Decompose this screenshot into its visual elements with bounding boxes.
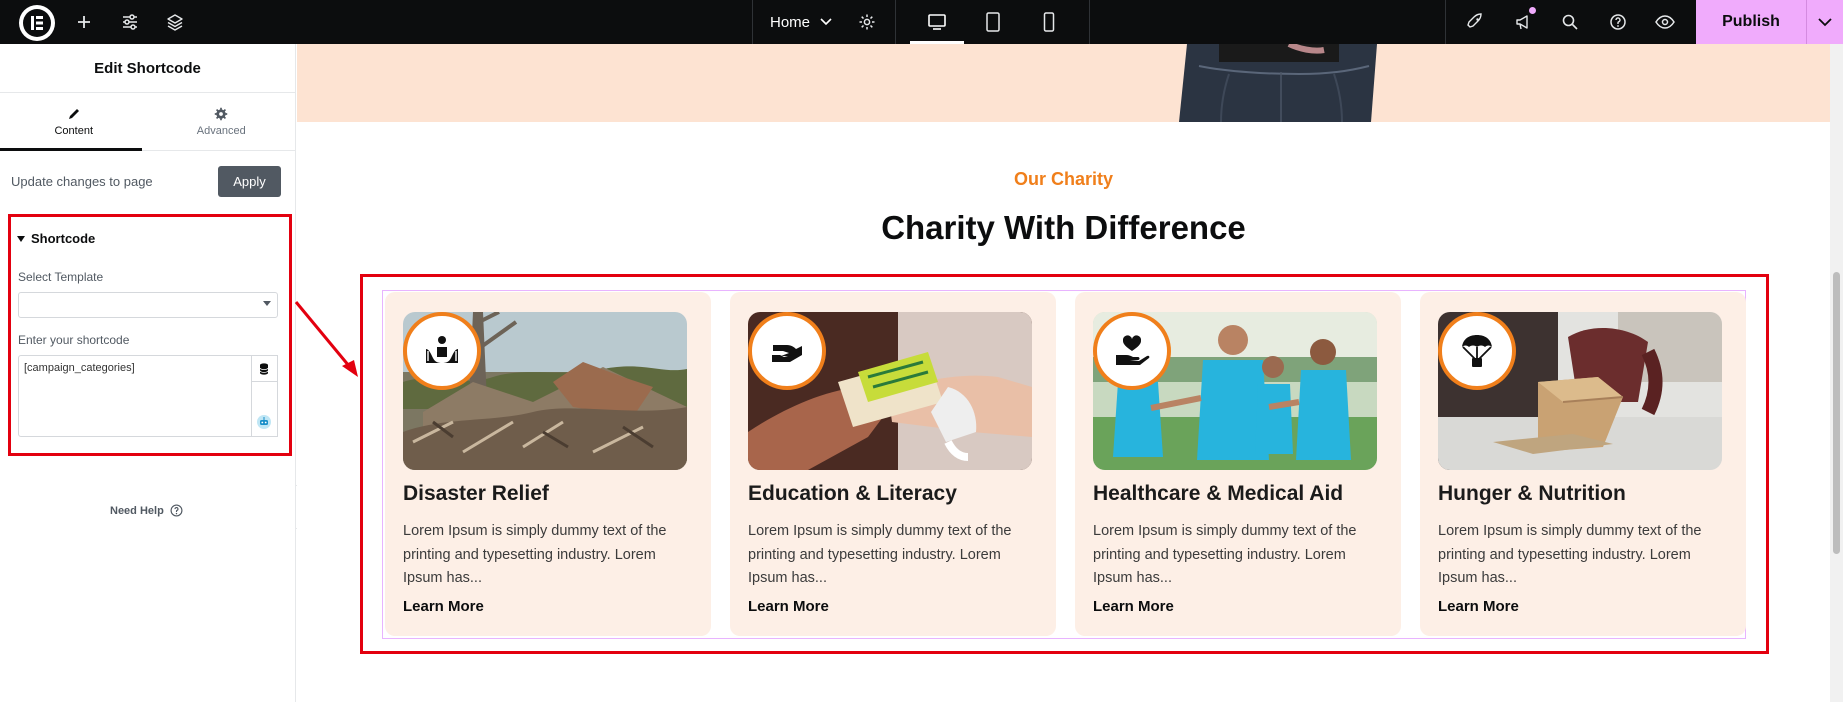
sliders-icon[interactable]: [114, 0, 146, 44]
update-text: Update changes to page: [11, 173, 153, 189]
tab-content[interactable]: Content: [0, 93, 148, 150]
gear-icon: [215, 107, 228, 120]
gear-icon[interactable]: [852, 0, 882, 44]
shortcode-textarea[interactable]: [campaign_categories]: [18, 355, 252, 437]
section-eyebrow: Our Charity: [1013, 169, 1114, 189]
chevron-down-icon: [1818, 17, 1832, 26]
search-icon[interactable]: [1555, 0, 1585, 44]
need-help-link[interactable]: Need Help: [110, 504, 183, 517]
eye-icon[interactable]: [1650, 0, 1680, 44]
tab-advanced-label: Advanced: [196, 124, 246, 137]
top-bar: Home Publish: [0, 0, 1843, 44]
chevron-down-icon: [820, 18, 832, 26]
shortcode-section-header[interactable]: Shortcode: [17, 231, 95, 246]
page-canvas: Our Charity Charity With Difference Disa…: [297, 44, 1830, 702]
divider: [1445, 0, 1446, 44]
notification-dot: [1529, 7, 1536, 14]
divider: [1089, 0, 1090, 44]
panel-title: Edit Shortcode: [0, 44, 295, 93]
rocket-icon[interactable]: [1460, 0, 1490, 44]
database-icon: [259, 362, 269, 375]
editor-panel: Edit Shortcode Content Advanced Update c…: [0, 44, 296, 702]
dynamic-tags-button[interactable]: [251, 356, 277, 382]
plus-icon[interactable]: [68, 0, 100, 44]
publish-options-button[interactable]: [1806, 0, 1843, 44]
ai-robot-icon: [257, 415, 271, 429]
section-title: Shortcode: [31, 231, 96, 246]
divider: [895, 0, 896, 44]
help-icon[interactable]: [1603, 0, 1633, 44]
need-help-label: Need Help: [110, 504, 164, 517]
active-tab-indicator: [0, 148, 142, 151]
mobile-icon[interactable]: [1022, 0, 1076, 44]
caret-down-icon: [263, 301, 271, 306]
tablet-icon[interactable]: [966, 0, 1020, 44]
help-icon: [170, 504, 183, 517]
panel-tabs: Content Advanced: [0, 93, 295, 151]
textarea-side-buttons: [251, 355, 278, 437]
shortcode-label: Enter your shortcode: [18, 333, 130, 347]
pencil-icon: [68, 108, 79, 119]
elementor-logo-icon[interactable]: [19, 5, 55, 41]
caret-down-icon: [17, 235, 25, 242]
shortcode-section: Shortcode Select Template Enter your sho…: [8, 214, 292, 456]
section-title: Charity With Difference: [881, 209, 1246, 246]
tab-advanced[interactable]: Advanced: [148, 93, 296, 150]
apply-button[interactable]: Apply: [218, 165, 281, 197]
divider: [752, 0, 753, 44]
desktop-icon[interactable]: [910, 0, 964, 44]
hero-section-bottom: [297, 44, 1830, 122]
tab-content-label: Content: [54, 124, 94, 137]
annotation-highlight-box: [360, 274, 1769, 654]
canvas-scrollbar[interactable]: [1830, 44, 1843, 702]
update-row: Update changes to page Apply: [11, 164, 281, 198]
page-selector[interactable]: Home: [770, 0, 832, 44]
select-template-dropdown[interactable]: [18, 292, 278, 318]
ai-assistant-button[interactable]: [251, 382, 277, 436]
annotation-arrow-icon: [294, 301, 358, 377]
publish-button[interactable]: Publish: [1696, 0, 1806, 44]
scrollbar-thumb[interactable]: [1833, 272, 1840, 554]
select-template-label: Select Template: [18, 270, 104, 284]
page-selector-label: Home: [770, 13, 811, 31]
hero-person-image: [1179, 44, 1377, 122]
layers-icon[interactable]: [159, 0, 191, 44]
